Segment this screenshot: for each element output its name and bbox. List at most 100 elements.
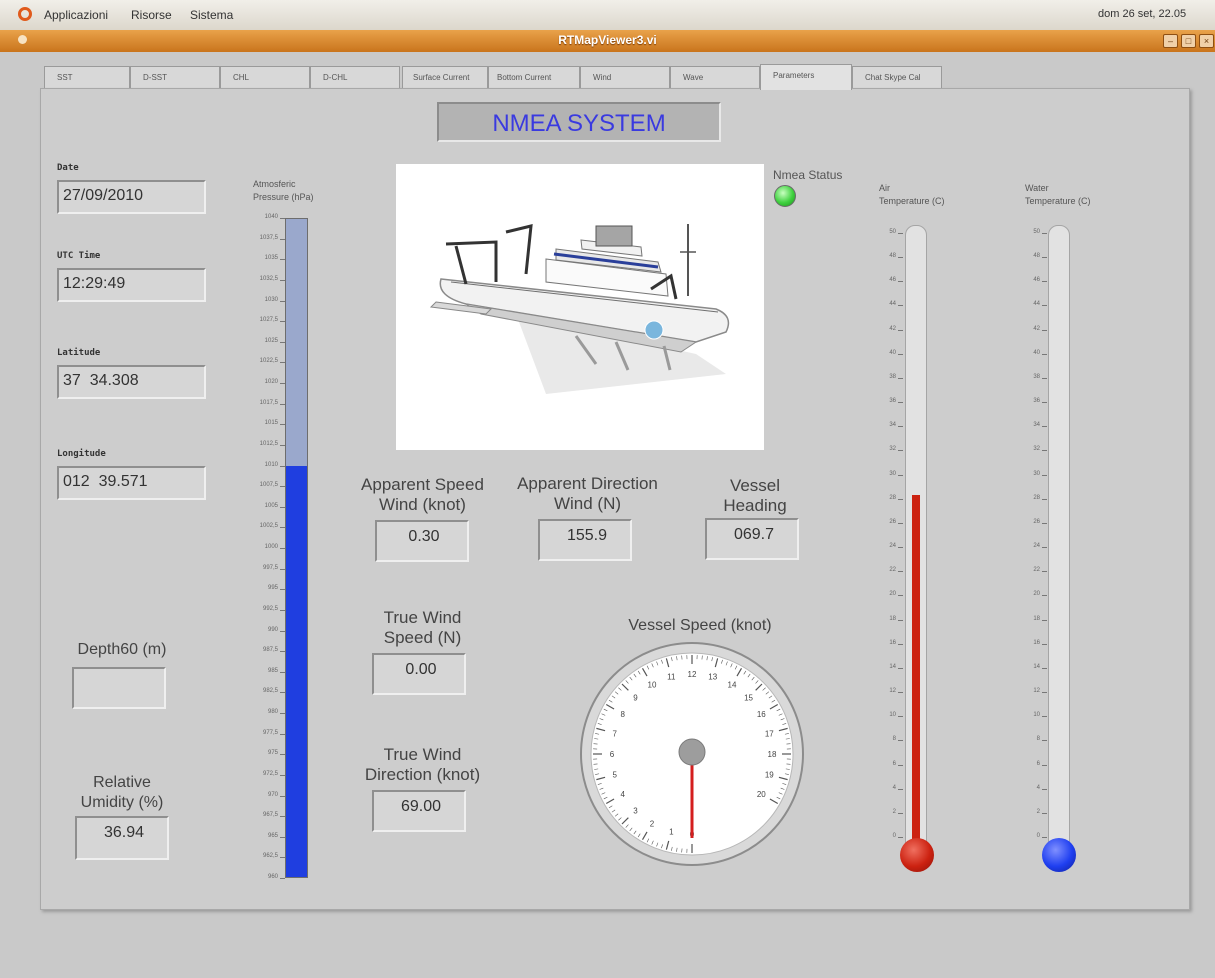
true-wind-direction-label-line1: True Wind <box>383 745 462 764</box>
tab-sst[interactable]: SST <box>44 66 130 88</box>
utc-time-field[interactable]: 12:29:49 <box>57 268 206 302</box>
window-title: RTMapViewer3.vi <box>558 33 657 47</box>
temp-tick-mark <box>898 281 903 283</box>
nmea-status-label: Nmea Status <box>773 168 843 182</box>
temp-tick-label: 36 <box>889 398 896 405</box>
menu-applicazioni[interactable]: Applicazioni <box>44 8 108 22</box>
close-icon[interactable]: × <box>1199 34 1214 48</box>
pressure-tick-label: 1017,5 <box>259 399 278 406</box>
longitude-field[interactable]: 012 39.571 <box>57 466 206 500</box>
pressure-tick-label: 960 <box>267 874 278 880</box>
pressure-tick-label: 1035 <box>264 255 278 262</box>
temp-tick-label: 50 <box>1033 229 1040 235</box>
apparent-speed-label-line1: Apparent Speed <box>361 475 484 494</box>
air-temp-label-line2: Temperature (C) <box>879 196 945 206</box>
depth-field[interactable] <box>72 667 166 709</box>
temp-tick-label: 40 <box>1033 349 1040 356</box>
tab-chl[interactable]: CHL <box>220 66 310 88</box>
vessel-speed-label: Vessel Speed (knot) <box>628 617 772 634</box>
temp-tick-label: 0 <box>892 833 896 839</box>
utc-time-label: UTC Time <box>57 251 101 261</box>
temp-tick-label: 2 <box>1036 808 1040 815</box>
temp-tick-mark <box>898 595 903 597</box>
temp-tick-mark <box>1042 474 1047 476</box>
apparent-direction-field[interactable]: 155.9 <box>538 519 632 561</box>
tab-d-sst[interactable]: D-SST <box>130 66 220 88</box>
pressure-tick-label: 990 <box>267 626 278 633</box>
minimize-icon[interactable]: – <box>1163 34 1178 48</box>
window-title-bar: RTMapViewer3.vi – □ × <box>0 30 1215 53</box>
gauge-number: 20 <box>757 790 766 799</box>
temp-tick-label: 10 <box>889 712 896 719</box>
pressure-tick-label: 977,5 <box>262 729 278 736</box>
humidity-label-line1: Relative <box>93 774 151 791</box>
true-wind-speed-label-line2: Speed (N) <box>383 628 462 647</box>
temp-tick-mark <box>1042 402 1047 404</box>
temp-tick-mark <box>1042 764 1047 766</box>
menu-risorse[interactable]: Risorse <box>131 8 172 22</box>
temp-tick-label: 48 <box>889 253 896 260</box>
pressure-tick-label: 1007,5 <box>259 482 278 489</box>
pressure-tick-mark <box>280 878 285 879</box>
true-wind-speed-field[interactable]: 0.00 <box>372 653 466 695</box>
temp-tick-mark <box>1042 667 1047 669</box>
temp-tick-mark <box>1042 257 1047 259</box>
temp-tick-mark <box>898 233 903 234</box>
temp-tick-mark <box>898 450 903 452</box>
pressure-tick-label: 1022,5 <box>259 358 278 365</box>
temp-tick-label: 12 <box>1033 688 1040 695</box>
true-wind-direction-field[interactable]: 69.00 <box>372 790 466 832</box>
temp-tick-label: 44 <box>1033 301 1040 308</box>
ubuntu-logo-icon[interactable] <box>18 7 32 21</box>
pressure-tick-label: 1037,5 <box>259 234 278 241</box>
menu-sistema[interactable]: Sistema <box>190 8 233 22</box>
temp-tick-mark <box>898 643 903 645</box>
temp-tick-mark <box>898 426 903 428</box>
date-field[interactable]: 27/09/2010 <box>57 180 206 214</box>
gauge-number: 19 <box>765 771 774 780</box>
temp-tick-label: 42 <box>889 325 896 332</box>
maximize-icon[interactable]: □ <box>1181 34 1196 48</box>
pressure-tick-label: 1005 <box>264 502 278 509</box>
pressure-tick-label: 985 <box>267 667 278 674</box>
temp-tick-mark <box>898 788 903 790</box>
vessel-heading-field[interactable]: 069.7 <box>705 518 799 560</box>
temp-tick-mark <box>1042 377 1047 379</box>
temp-tick-label: 32 <box>1033 446 1040 453</box>
tab-parameters[interactable]: Parameters <box>760 64 852 90</box>
clock[interactable]: dom 26 set, 22.05 <box>1098 8 1186 20</box>
latitude-field[interactable]: 37 34.308 <box>57 365 206 399</box>
temp-tick-label: 36 <box>1033 398 1040 405</box>
pressure-tank <box>285 218 308 878</box>
temp-tick-mark <box>898 837 903 838</box>
humidity-field[interactable]: 36.94 <box>75 816 169 860</box>
pressure-tick-label: 1015 <box>264 420 278 427</box>
temp-tick-label: 28 <box>1033 494 1040 501</box>
date-label: Date <box>57 163 79 173</box>
tab-chat-skype-cal[interactable]: Chat Skype Cal <box>852 66 942 88</box>
apparent-speed-field[interactable]: 0.30 <box>375 520 469 562</box>
gauge-number: 13 <box>708 673 717 682</box>
gauge-number: 12 <box>688 670 697 679</box>
tab-d-chl[interactable]: D-CHL <box>310 66 400 88</box>
temp-tick-label: 18 <box>1033 615 1040 622</box>
temp-tick-label: 46 <box>889 277 896 284</box>
gauge-number: 7 <box>612 729 617 738</box>
tab-bottom-current[interactable]: Bottom Current <box>488 66 580 88</box>
tab-wave[interactable]: Wave <box>670 66 760 88</box>
temp-tick-label: 38 <box>1033 373 1040 380</box>
pressure-tick-label: 967,5 <box>262 812 278 819</box>
pressure-tick-label: 1020 <box>264 379 278 385</box>
tab-surface-current[interactable]: Surface Current <box>402 66 488 88</box>
temp-tick-label: 16 <box>1033 639 1040 646</box>
research-vessel-image <box>396 164 764 450</box>
water-temp-scale: 50 48 46 44 42 40 38 36 34 32 30 28 26 24 22 20 18 16 14 12… <box>1010 225 1050 845</box>
temp-tick-mark <box>898 667 903 669</box>
tab-wind[interactable]: Wind <box>580 66 670 88</box>
temp-tick-mark <box>898 257 903 259</box>
gauge-number: 18 <box>768 750 777 759</box>
temp-tick-mark <box>898 692 903 694</box>
temp-tick-mark <box>1042 643 1047 645</box>
temp-tick-mark <box>898 402 903 404</box>
gauge-number: 3 <box>633 807 638 816</box>
